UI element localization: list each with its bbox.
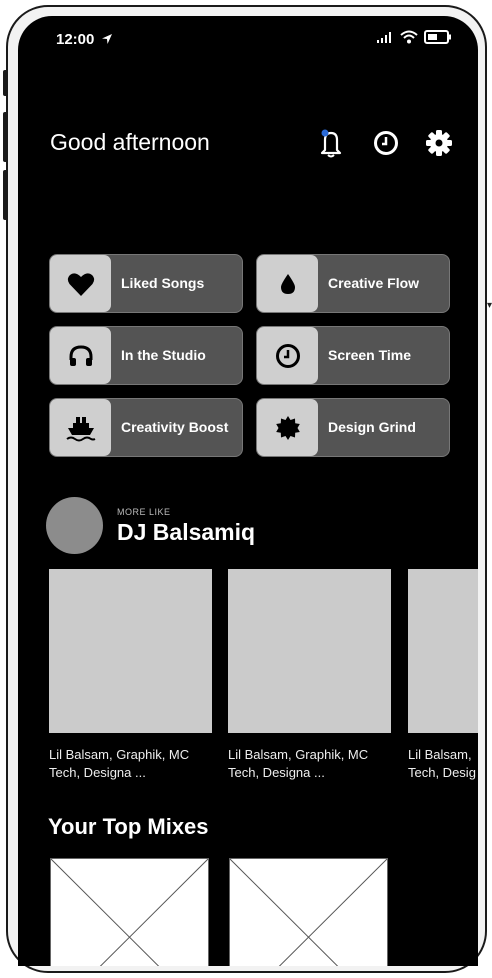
gear-icon xyxy=(426,130,452,156)
status-time-text: 12:00 xyxy=(56,31,95,48)
settings-button[interactable] xyxy=(424,128,454,158)
shortcut-in-the-studio[interactable]: In the Studio xyxy=(49,326,243,385)
more-like-caption: MORE LIKE xyxy=(117,507,171,517)
shortcut-liked-songs[interactable]: Liked Songs xyxy=(49,254,243,313)
playlist-description-line: Lil Balsam, xyxy=(408,747,472,762)
clock-icon xyxy=(275,343,300,368)
shortcut-creative-flow[interactable]: Creative Flow xyxy=(256,254,450,313)
history-button[interactable] xyxy=(371,128,401,158)
playlist-description: Lil Balsam, Tech, Desig xyxy=(408,746,478,782)
app-screen: 12:00 Good afternoon Liked Songs Creativ… xyxy=(18,16,478,966)
shortcut-art xyxy=(50,327,111,384)
shortcut-art xyxy=(257,255,318,312)
shortcut-creativity-boost[interactable]: Creativity Boost xyxy=(49,398,243,457)
mix-image-placeholder[interactable] xyxy=(229,858,388,966)
playlist-description: Lil Balsam, Graphik, MC Tech, Designa ..… xyxy=(228,746,398,782)
shortcut-label: Design Grind xyxy=(328,419,416,435)
shortcut-art xyxy=(50,399,111,456)
placeholder-cross xyxy=(230,859,387,966)
clock-icon xyxy=(374,131,398,155)
playlist-description-line: Tech, Desig xyxy=(408,765,476,780)
headphones-icon xyxy=(69,344,92,366)
shortcut-label: Screen Time xyxy=(328,347,412,363)
playlist-description: Lil Balsam, Graphik, MC Tech, Designa ..… xyxy=(49,746,219,782)
mute-switch xyxy=(3,70,8,96)
shortcut-screen-time[interactable]: Screen Time xyxy=(256,326,450,385)
playlist-description-line: Lil Balsam, Graphik, MC xyxy=(49,747,190,762)
artist-name[interactable]: DJ Balsamiq xyxy=(117,519,255,546)
shortcut-art xyxy=(257,327,318,384)
mix-image-placeholder[interactable] xyxy=(50,858,209,966)
notifications-button[interactable] xyxy=(316,128,346,158)
shortcut-label: Creative Flow xyxy=(328,275,420,291)
shortcut-design-grind[interactable]: Design Grind xyxy=(256,398,450,457)
status-time: 12:00 xyxy=(56,31,113,48)
playlist-card[interactable] xyxy=(408,569,478,733)
scroll-indicator: ▾ xyxy=(487,300,492,311)
battery-icon xyxy=(424,30,451,44)
location-arrow-icon xyxy=(101,34,112,44)
greeting-title: Good afternoon xyxy=(50,129,210,155)
ship-icon xyxy=(65,416,95,441)
status-icons xyxy=(376,30,452,44)
badge-icon xyxy=(275,415,300,440)
wifi-icon xyxy=(400,30,418,44)
playlist-card[interactable] xyxy=(49,569,212,733)
shortcut-art xyxy=(257,399,318,456)
playlist-description-line: Tech, Designa ... xyxy=(228,765,325,780)
volume-down-button xyxy=(3,170,8,220)
shortcut-label: In the Studio xyxy=(121,347,206,363)
placeholder-cross xyxy=(51,859,208,966)
drop-icon xyxy=(280,273,295,294)
shortcut-label: Liked Songs xyxy=(121,275,205,291)
volume-up-button xyxy=(3,112,8,162)
signal-bars-icon xyxy=(377,32,391,43)
playlist-card[interactable] xyxy=(228,569,391,733)
playlist-description-line: Tech, Designa ... xyxy=(49,765,146,780)
heart-icon xyxy=(67,272,94,296)
artist-avatar[interactable] xyxy=(46,497,103,554)
shortcut-label: Creativity Boost xyxy=(121,419,229,435)
bell-icon xyxy=(320,129,342,158)
shortcut-art xyxy=(50,255,111,312)
playlist-description-line: Lil Balsam, Graphik, MC xyxy=(228,747,369,762)
top-mixes-title: Your Top Mixes xyxy=(48,814,209,839)
